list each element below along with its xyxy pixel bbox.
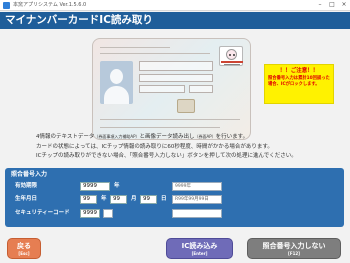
description-note: （券面AP）	[194, 134, 216, 139]
birthdate-hint: R99年99月99日	[172, 195, 222, 204]
page-title: マイナンバーカードIC読み取り	[5, 14, 153, 26]
maximize-icon[interactable]: □	[328, 1, 336, 9]
ic-read-button-label: IC読み込み	[181, 242, 218, 250]
security-code-hint	[172, 209, 222, 218]
card-mascot-icon	[219, 46, 243, 66]
description-line-1: 4情報のテキストデータ（券面事項入力補助AP）と画像データ読み出し（券面AP）を…	[36, 132, 336, 143]
window-controls: – □ ×	[316, 1, 348, 9]
mascot-caption-bar	[224, 64, 240, 65]
card-chip-icon	[177, 99, 195, 113]
description-text-part: 4情報のテキストデータ	[36, 134, 95, 140]
description-text-part: を行います。	[215, 134, 249, 140]
mynumber-card-image	[92, 38, 251, 140]
expiry-year-unit: 年	[114, 183, 120, 189]
minimize-icon[interactable]: –	[316, 1, 324, 9]
birth-year-unit: 年	[101, 196, 107, 202]
mascot-face-shape	[226, 49, 237, 60]
security-code-input[interactable]: 9999	[80, 209, 100, 218]
birth-year-input[interactable]: 99	[80, 195, 97, 204]
birth-day-input[interactable]: 99	[140, 195, 157, 204]
skip-verification-button-key: [F12]	[288, 251, 300, 256]
birthdate-label: 生年月日	[15, 196, 38, 202]
card-line	[100, 127, 220, 128]
back-button-label: 戻る	[17, 242, 31, 250]
card-line	[100, 53, 210, 54]
skip-verification-button-label: 照合番号入力しない	[262, 242, 326, 250]
birth-month-input[interactable]: 99	[110, 195, 127, 204]
card-field-box	[139, 61, 213, 71]
expiry-year-input[interactable]: 9999	[80, 182, 110, 191]
app-icon	[3, 2, 10, 9]
ic-read-button[interactable]: IC読み込み [Enter]	[166, 238, 233, 259]
caution-body: 照合番号入力は累計10回誤った場合、ICがロックします。	[268, 76, 330, 87]
mascot-eye	[229, 54, 231, 56]
caution-title: ！！ご注意！！	[279, 68, 319, 74]
card-field-box	[139, 85, 185, 93]
description-note: （券面事項入力補助AP）	[94, 134, 140, 139]
mascot-eye	[233, 54, 235, 56]
panel-title: 照合番号入力	[11, 171, 48, 178]
description-line-2: カードの状態によっては、ICチップ情報の読み取りに60秒程度、時間がかかる場合が…	[36, 143, 273, 150]
card-line	[100, 47, 170, 48]
skip-verification-button[interactable]: 照合番号入力しない [F12]	[247, 238, 341, 259]
back-button[interactable]: 戻る [Esc]	[7, 238, 41, 259]
card-field-box	[189, 85, 213, 93]
person-head-shape	[110, 69, 123, 84]
ic-read-button-key: [Enter]	[191, 251, 208, 256]
close-icon[interactable]: ×	[340, 1, 348, 9]
person-body-shape	[104, 86, 129, 104]
card-field-box	[139, 74, 213, 82]
birth-month-unit: 月	[131, 196, 137, 202]
window-titlebar: 本窯アプリシステム Ver.1.5.6.0 – □ ×	[0, 0, 350, 11]
security-code-reveal-box[interactable]	[103, 209, 113, 218]
description-text-part: と画像データ読み出し	[139, 134, 195, 140]
page-header: マイナンバーカードIC読み取り	[0, 12, 350, 29]
security-code-label: セキュリティーコード	[15, 210, 70, 216]
expiry-label: 有効期限	[15, 183, 38, 189]
verification-panel: 照合番号入力 有効期限 9999 年 9999年 生年月日 99 年 99 月 …	[5, 168, 344, 227]
caution-box: ！！ご注意！！ 照合番号入力は累計10回誤った場合、ICがロックします。	[264, 64, 334, 104]
description-text: 4情報のテキストデータ（券面事項入力補助AP）と画像データ読み出し（券面AP）を…	[36, 132, 336, 162]
card-photo-placeholder	[100, 61, 133, 104]
mascot-caption-bar	[221, 61, 243, 63]
expiry-hint: 9999年	[172, 182, 222, 191]
window-title: 本窯アプリシステム Ver.1.5.6.0	[13, 2, 87, 8]
card-line	[100, 119, 240, 120]
birth-day-unit: 日	[161, 196, 167, 202]
back-button-key: [Esc]	[18, 251, 30, 256]
description-line-3: ICチップの読み取りができない場合、「照合番号入力しない」ボタンを押して次の処理…	[36, 153, 297, 159]
